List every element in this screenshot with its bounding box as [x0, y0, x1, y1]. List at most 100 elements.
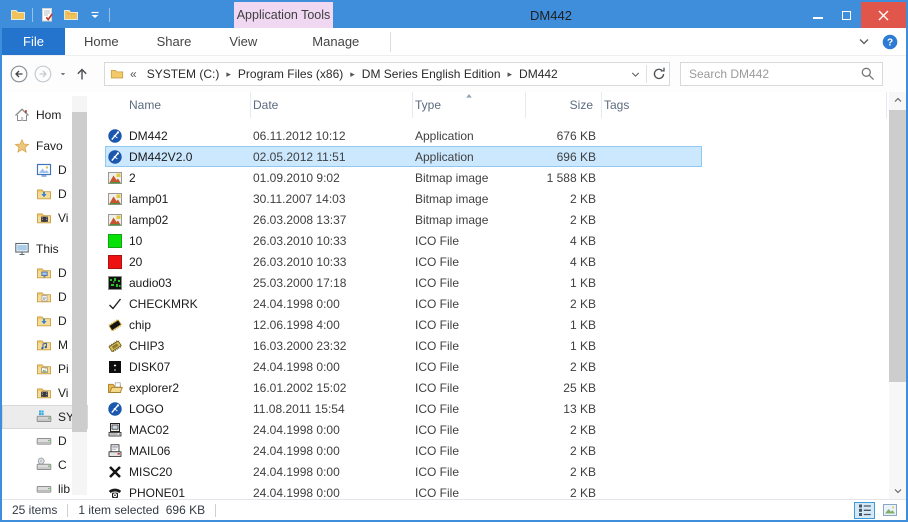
- scroll-down-icon[interactable]: [889, 483, 906, 499]
- maximize-button[interactable]: [832, 2, 861, 28]
- window-controls: [803, 2, 906, 28]
- file-size: 2 KB: [569, 422, 596, 437]
- chip-dark-icon: [107, 317, 123, 333]
- file-type: Bitmap image: [415, 170, 489, 185]
- file-row[interactable]: lamp01 30.11.2007 14:03 Bitmap image 2 KB: [105, 188, 702, 209]
- x-mark-icon: [107, 464, 123, 480]
- breadcrumb-segment[interactable]: DM Series English Edition: [356, 67, 507, 81]
- window-folder-icon[interactable]: [8, 5, 28, 25]
- file-row[interactable]: DISK07 24.04.1998 0:00 ICO File 2 KB: [105, 356, 702, 377]
- search-input[interactable]: Search DM442: [680, 62, 883, 86]
- close-button[interactable]: [861, 2, 906, 28]
- audio-icon: [107, 275, 123, 291]
- properties-icon[interactable]: [37, 5, 57, 25]
- help-icon[interactable]: ?: [882, 34, 898, 50]
- file-row[interactable]: MAC02 24.04.1998 0:00 ICO File 2 KB: [105, 419, 702, 440]
- file-row[interactable]: DM442V2.0 02.05.2012 11:51 Application 696 …: [105, 146, 702, 167]
- ribbon-tab-home[interactable]: Home: [65, 28, 138, 55]
- file-row[interactable]: 10 26.03.2010 10:33 ICO File 4 KB: [105, 230, 702, 251]
- file-row[interactable]: explorer2 16.01.2002 15:02 ICO File 25 KB: [105, 377, 702, 398]
- file-date: 24.04.1998 0:00: [253, 485, 340, 500]
- file-type: ICO File: [415, 317, 460, 332]
- list-scrollbar-thumb[interactable]: [889, 110, 906, 382]
- sidebar-scrollbar-thumb[interactable]: [72, 112, 87, 432]
- sidebar-item-label: D: [58, 187, 67, 201]
- file-name: MAC02: [129, 422, 170, 437]
- breadcrumb-segment[interactable]: DM442: [513, 67, 564, 81]
- list-scrollbar[interactable]: [889, 92, 906, 499]
- sidebar-item-label: Vi: [58, 386, 69, 400]
- file-type: Bitmap image: [415, 191, 489, 206]
- recent-locations-icon[interactable]: [58, 68, 68, 80]
- file-type: ICO File: [415, 485, 460, 500]
- file-name: 10: [129, 233, 143, 248]
- folder-pic-icon: [36, 361, 52, 377]
- explorer-window: Application Tools DM442 File Home Share Vie…: [0, 0, 908, 522]
- column-header-size[interactable]: Size: [526, 92, 602, 118]
- scroll-up-icon[interactable]: [889, 92, 906, 108]
- sidebar-item-label: Favo: [36, 139, 63, 153]
- file-row[interactable]: chip 12.06.1998 4:00 ICO File 1 KB: [105, 314, 702, 335]
- window-title: DM442: [530, 7, 572, 23]
- file-row[interactable]: 20 26.03.2010 10:33 ICO File 4 KB: [105, 251, 702, 272]
- details-view-button[interactable]: [854, 501, 875, 519]
- file-date: 11.08.2011 15:54: [253, 401, 345, 416]
- status-selection: 1 item selected 696 KB: [78, 503, 206, 517]
- column-header-date[interactable]: Date: [251, 92, 413, 118]
- quick-access-toolbar: [2, 5, 110, 25]
- sidebar-item-label: D: [58, 266, 67, 280]
- breadcrumb: «SYSTEM (C:) ▸ Program Files (x86) ▸ DM Seri…: [124, 67, 629, 81]
- contextual-tab-group[interactable]: Application Tools: [234, 2, 333, 28]
- ribbon-tab-share[interactable]: Share: [138, 28, 211, 55]
- desktop-icon: [36, 162, 52, 178]
- minimize-button[interactable]: [803, 2, 832, 28]
- application-icon: [107, 149, 123, 165]
- file-row[interactable]: CHIP3 16.03.2000 23:32 ICO File 1 KB: [105, 335, 702, 356]
- back-icon[interactable]: [10, 65, 28, 83]
- forward-icon[interactable]: [34, 65, 52, 83]
- sidebar-scrollbar[interactable]: [72, 96, 87, 495]
- file-name: PHONE01: [129, 485, 186, 500]
- file-type: ICO File: [415, 401, 460, 416]
- file-row[interactable]: MAIL06 24.04.1998 0:00 ICO File 2 KB: [105, 440, 702, 461]
- qat-separator: [32, 8, 33, 22]
- file-row[interactable]: 2 01.09.2010 9:02 Bitmap image 1 588 KB: [105, 167, 702, 188]
- column-header-tags[interactable]: Tags: [602, 92, 887, 118]
- ribbon-tab-view[interactable]: View: [210, 28, 276, 55]
- collapse-ribbon-icon[interactable]: [856, 34, 872, 50]
- file-row[interactable]: MISC20 24.04.1998 0:00 ICO File 2 KB: [105, 461, 702, 482]
- column-header-name[interactable]: Name: [127, 92, 251, 118]
- file-date: 02.05.2012 11:51: [253, 149, 346, 164]
- checkmark-icon: [107, 296, 123, 312]
- qat-dropdown-icon[interactable]: [85, 5, 105, 25]
- file-row[interactable]: DM442 06.11.2012 10:12 Application 676 KB: [105, 125, 702, 146]
- breadcrumb-overflow-icon[interactable]: «: [124, 67, 141, 81]
- file-date: 16.01.2002 15:02: [253, 380, 347, 395]
- ribbon-tab-row: File Home Share View Manage: [2, 28, 906, 56]
- file-row[interactable]: CHECKMRK 24.04.1998 0:00 ICO File 2 KB: [105, 293, 702, 314]
- address-bar[interactable]: «SYSTEM (C:) ▸ Program Files (x86) ▸ DM Seri…: [104, 62, 670, 86]
- file-type: ICO File: [415, 338, 460, 353]
- ribbon-tab-manage[interactable]: Manage: [281, 28, 390, 55]
- breadcrumb-segment[interactable]: SYSTEM (C:): [141, 67, 226, 81]
- file-row[interactable]: audio03 25.03.2000 17:18 ICO File 1 KB: [105, 272, 702, 293]
- file-list: Name Date Type Size Tags DM442 06.11.2012…: [105, 92, 887, 500]
- up-icon[interactable]: [74, 66, 90, 82]
- file-row[interactable]: LOGO 11.08.2011 15:54 ICO File 13 KB: [105, 398, 702, 419]
- file-size: 696 KB: [556, 149, 596, 164]
- refresh-icon[interactable]: [651, 66, 667, 82]
- thumbnails-view-button[interactable]: [879, 502, 900, 519]
- ribbon-tab-file[interactable]: File: [2, 28, 65, 55]
- file-row[interactable]: lamp02 26.03.2008 13:37 Bitmap image 2 KB: [105, 209, 702, 230]
- address-divider: [646, 65, 647, 83]
- file-size: 1 KB: [569, 317, 596, 332]
- close-icon: [878, 10, 889, 20]
- bitmap-icon: [107, 212, 123, 228]
- file-name: lamp02: [129, 212, 169, 227]
- file-size: 2 KB: [569, 464, 596, 479]
- address-dropdown-icon[interactable]: [629, 68, 642, 81]
- breadcrumb-segment[interactable]: Program Files (x86): [232, 67, 349, 81]
- new-folder-icon[interactable]: [61, 5, 81, 25]
- search-icon[interactable]: [860, 66, 876, 82]
- column-header-type[interactable]: Type: [413, 92, 526, 118]
